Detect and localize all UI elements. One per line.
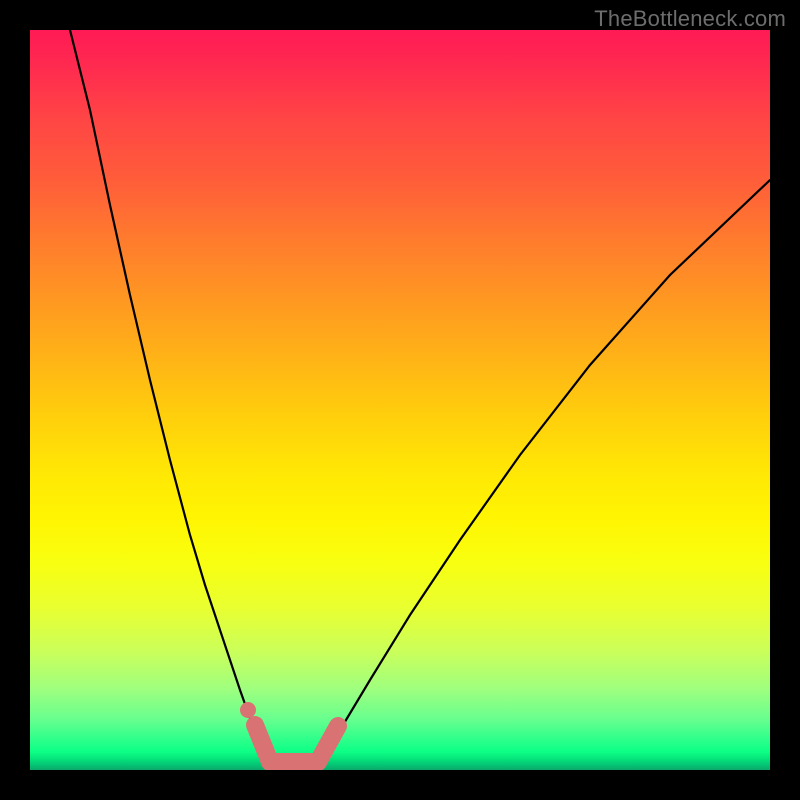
optimal-zone-markers (240, 702, 338, 762)
marker-dot-icon (240, 702, 256, 718)
watermark-label: TheBottleneck.com (594, 6, 786, 32)
curve-right-branch (320, 180, 770, 760)
curve-left-branch (70, 30, 265, 760)
bottleneck-curve (30, 30, 770, 770)
plot-area (30, 30, 770, 770)
chart-stage: TheBottleneck.com (0, 0, 800, 800)
marker-right-segment (318, 726, 338, 762)
